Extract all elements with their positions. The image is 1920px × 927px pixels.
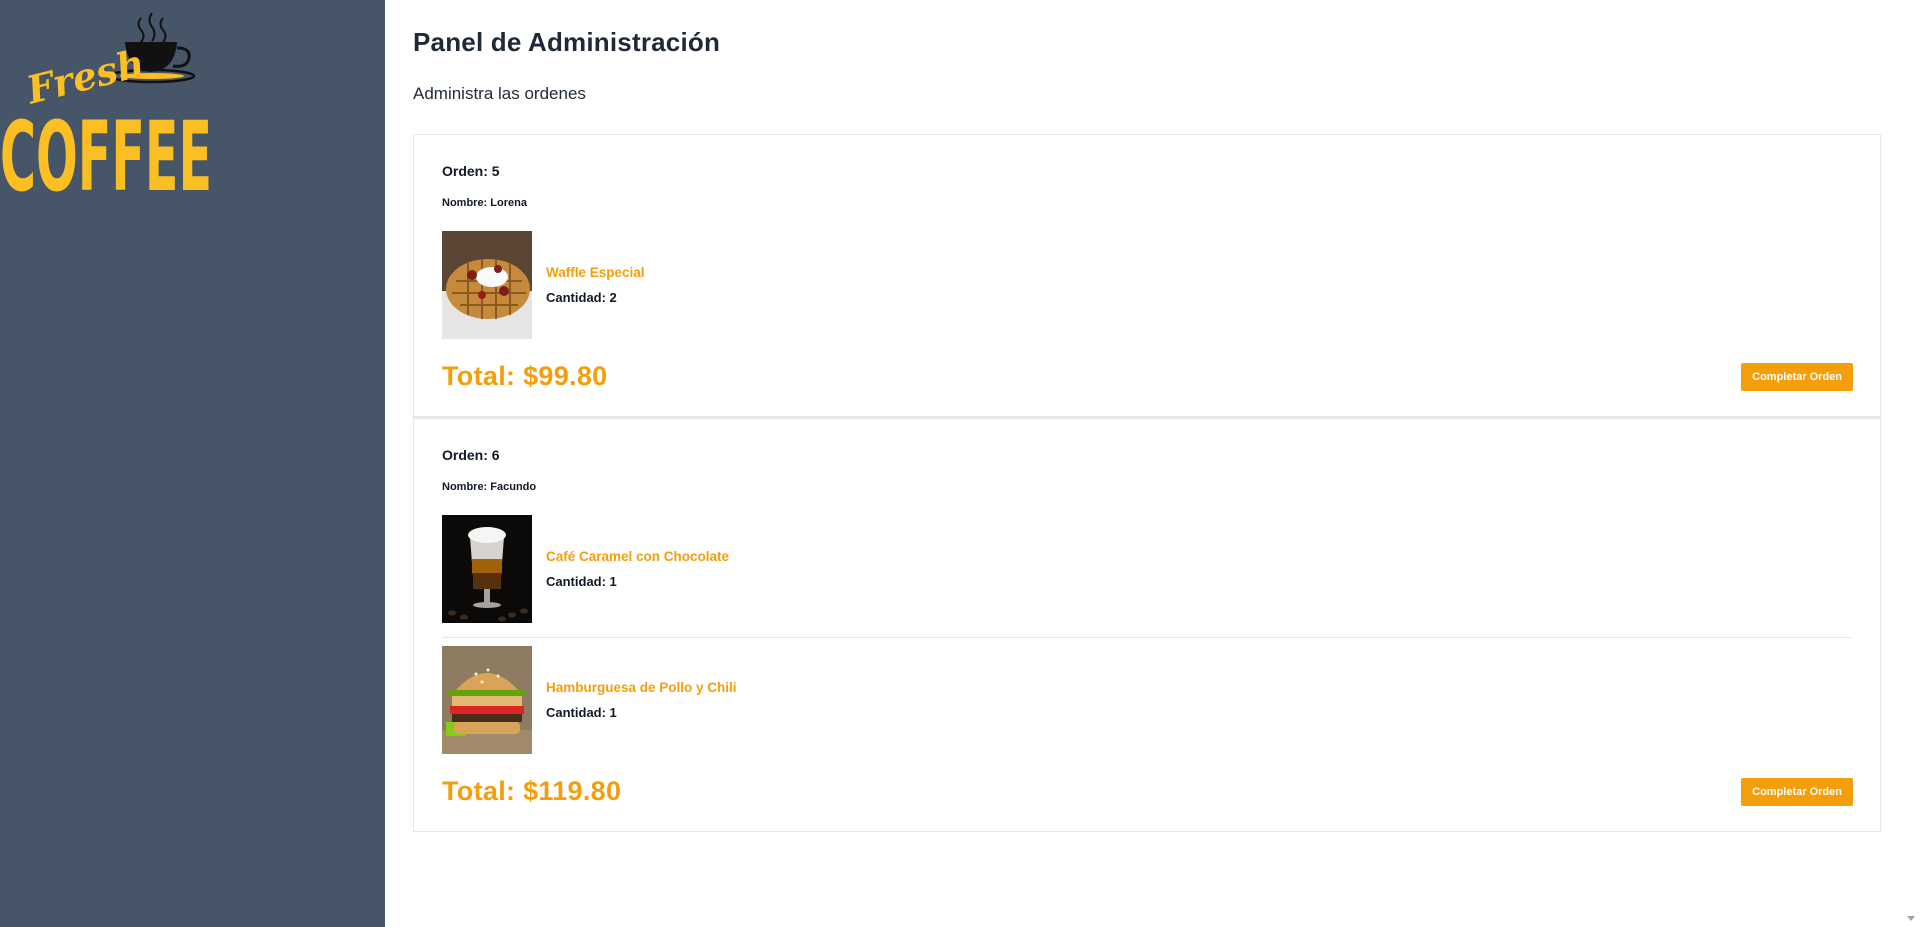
complete-order-button[interactable]: Completar Orden [1741, 362, 1853, 391]
order-item: Hamburguesa de Pollo y Chili Cantidad: 1 [442, 637, 1852, 762]
item-name: Waffle Especial [546, 265, 645, 280]
sidebar: Fresh COFFEE [0, 0, 385, 927]
page-subtitle: Administra las ordenes [413, 84, 586, 103]
order-item: Waffle Especial Cantidad: 2 [442, 231, 1852, 347]
order-number: Orden: 6 [442, 447, 500, 463]
order-customer-name: Nombre: Facundo [442, 481, 537, 493]
order-footer: Total: $119.80 Completar Orden [442, 776, 1853, 807]
order-item: Café Caramel con Chocolate Cantidad: 1 [442, 515, 1852, 631]
order-number: Orden: 5 [442, 163, 500, 179]
main-content: Panel de Administración Administra las o… [385, 0, 1902, 927]
scroll-down-icon[interactable] [1907, 916, 1915, 921]
latte-image [442, 515, 532, 623]
scrollbar[interactable] [1902, 0, 1920, 927]
logo-word-large: COFFEE [0, 101, 212, 195]
orders-list: Orden: 5 Nombre: Lorena Waffle Especial … [413, 134, 1881, 832]
order-card: Orden: 6 Nombre: Facundo Café Caramel co… [413, 417, 1881, 832]
complete-order-button[interactable]: Completar Orden [1741, 777, 1853, 806]
order-customer-name: Nombre: Lorena [442, 197, 527, 209]
item-quantity: Cantidad: 1 [546, 574, 617, 589]
order-total: Total: $119.80 [442, 776, 622, 806]
order-card: Orden: 5 Nombre: Lorena Waffle Especial … [413, 134, 1881, 417]
order-footer: Total: $99.80 Completar Orden [442, 361, 1853, 392]
burger-image [442, 646, 532, 754]
item-quantity: Cantidad: 1 [546, 705, 617, 720]
page-title: Panel de Administración [413, 27, 721, 57]
item-name: Hamburguesa de Pollo y Chili [546, 680, 737, 695]
item-name: Café Caramel con Chocolate [546, 549, 730, 564]
item-quantity: Cantidad: 2 [546, 290, 617, 305]
fresh-coffee-logo[interactable]: Fresh COFFEE [0, 10, 215, 213]
order-total: Total: $99.80 [442, 361, 608, 391]
waffle-image [442, 231, 532, 339]
